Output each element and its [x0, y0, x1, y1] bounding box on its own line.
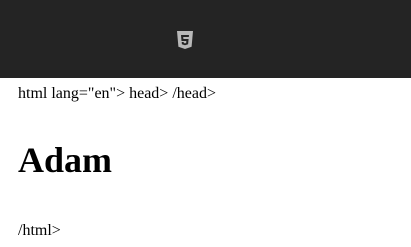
page-heading: Adam [18, 140, 113, 180]
markup-text-bottom: /html> [18, 222, 61, 239]
top-bar [0, 0, 411, 78]
markup-text-top: html lang="en"> head> /head> [18, 85, 216, 102]
page-viewport: html lang="en"> head> /head> Adam /html> [0, 0, 411, 247]
html5-icon [176, 30, 194, 50]
